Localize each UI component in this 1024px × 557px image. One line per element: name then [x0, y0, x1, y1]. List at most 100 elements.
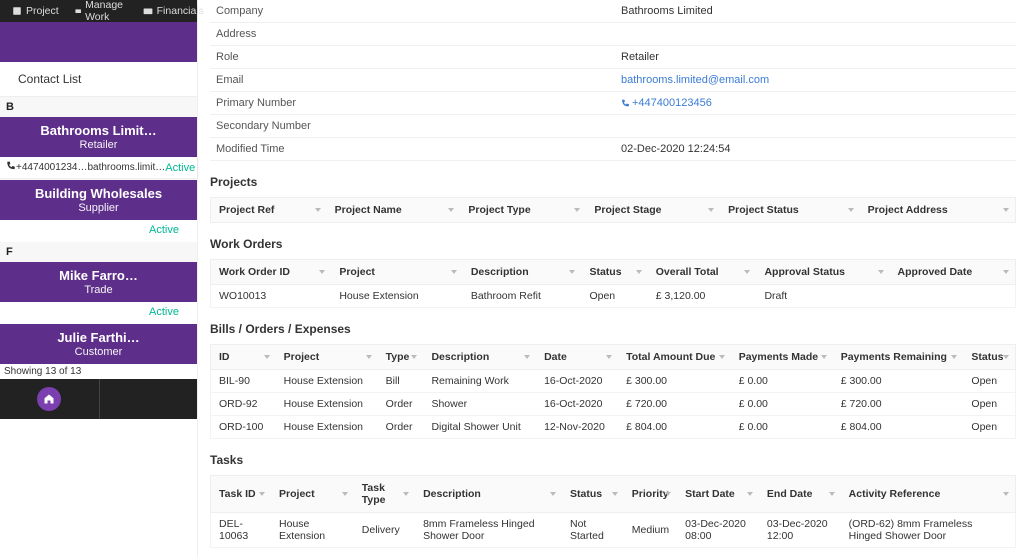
col-project-address[interactable]: Project Address [860, 197, 1016, 223]
sidebar: Project Manage Work Financials Contact L… [0, 0, 198, 557]
cell-type: Delivery [354, 513, 415, 548]
col-task-start[interactable]: Start Date [677, 475, 759, 513]
home-button[interactable] [0, 379, 99, 419]
col-project-status[interactable]: Project Status [720, 197, 859, 223]
contact-role: Retailer [4, 139, 193, 151]
value-secondary-number [615, 115, 1016, 138]
col-task-ref[interactable]: Activity Reference [841, 475, 1016, 513]
contact-card-bathrooms[interactable]: Bathrooms Limit… Retailer [0, 117, 197, 157]
col-project-name[interactable]: Project Name [327, 197, 461, 223]
section-tasks: Tasks [210, 453, 1016, 467]
col-wo-project[interactable]: Project [331, 259, 463, 285]
home-icon [43, 393, 55, 405]
col-project-ref[interactable]: Project Ref [210, 197, 327, 223]
cell-project: House Extension [276, 416, 378, 439]
label-email: Email [210, 69, 615, 92]
cell-status: Open [581, 285, 647, 308]
section-work-orders: Work Orders [210, 237, 1016, 251]
cell-date: 12-Nov-2020 [536, 416, 618, 439]
col-wo-total[interactable]: Overall Total [648, 259, 757, 285]
cell-approved [890, 285, 1016, 308]
contact-role: Customer [4, 346, 193, 358]
cell-type: Bill [378, 370, 424, 393]
contact-card-mike-farro[interactable]: Mike Farro… Trade [0, 262, 197, 302]
col-task-status[interactable]: Status [562, 475, 624, 513]
col-boe-id[interactable]: ID [210, 344, 276, 370]
cell-remain: £ 804.00 [833, 416, 964, 439]
contact-phone: +4474001234… [16, 162, 87, 173]
table-row[interactable]: DEL-10063House ExtensionDelivery8mm Fram… [210, 513, 1016, 548]
projects-table: Project Ref Project Name Project Type Pr… [210, 197, 1016, 223]
col-boe-paid[interactable]: Payments Made [731, 344, 833, 370]
cell-status: Open [963, 393, 1016, 416]
cell-id: ORD-100 [210, 416, 276, 439]
cell-desc: 8mm Frameless Hinged Shower Door [415, 513, 562, 548]
cell-status: Open [963, 370, 1016, 393]
value-company: Bathrooms Limited [615, 0, 1016, 23]
top-nav: Project Manage Work Financials [0, 0, 197, 22]
col-boe-remain[interactable]: Payments Remaining [833, 344, 964, 370]
cell-project: House Extension [271, 513, 354, 548]
cell-status: Not Started [562, 513, 624, 548]
contact-status: Active [165, 162, 195, 174]
cell-ref: (ORD-62) 8mm Frameless Hinged Shower Doo… [841, 513, 1016, 548]
contact-title: Building Wholesales [4, 186, 193, 201]
contact-card-julie-farthi[interactable]: Julie Farthi… Customer [0, 324, 197, 364]
cell-id: DEL-10063 [210, 513, 271, 548]
col-task-priority[interactable]: Priority [624, 475, 677, 513]
value-email[interactable]: bathrooms.limited@email.com [621, 74, 769, 86]
contact-title: Mike Farro… [4, 268, 193, 283]
col-boe-due[interactable]: Total Amount Due [618, 344, 731, 370]
cell-paid: £ 0.00 [731, 393, 833, 416]
label-primary-number: Primary Number [210, 92, 615, 115]
section-boe: Bills / Orders / Expenses [210, 322, 1016, 336]
table-row[interactable]: WO10013House ExtensionBathroom RefitOpen… [210, 285, 1016, 308]
phone-icon [6, 161, 16, 174]
col-task-desc[interactable]: Description [415, 475, 562, 513]
main-content: CompanyBathrooms Limited Address RoleRet… [198, 0, 1024, 557]
table-row[interactable]: ORD-92House ExtensionOrderShower16-Oct-2… [210, 393, 1016, 416]
contact-card-building-wholesales[interactable]: Building Wholesales Supplier [0, 180, 197, 220]
cell-project: House Extension [276, 370, 378, 393]
tasks-table: Task ID Project Task Type Description St… [210, 475, 1016, 548]
label-modified-time: Modified Time [210, 138, 615, 161]
contact-card-detail-row[interactable]: +4474001234… bathrooms.limit… Active [0, 157, 197, 178]
col-boe-status[interactable]: Status [963, 344, 1016, 370]
cell-desc: Shower [423, 393, 536, 416]
col-boe-project[interactable]: Project [276, 344, 378, 370]
cell-desc: Digital Shower Unit [423, 416, 536, 439]
cell-date: 16-Oct-2020 [536, 370, 618, 393]
cell-type: Order [378, 393, 424, 416]
col-boe-type[interactable]: Type [378, 344, 424, 370]
col-wo-desc[interactable]: Description [463, 259, 582, 285]
cell-start: 03-Dec-2020 08:00 [677, 513, 759, 548]
col-task-end[interactable]: End Date [759, 475, 841, 513]
col-boe-desc[interactable]: Description [423, 344, 536, 370]
details-table: CompanyBathrooms Limited Address RoleRet… [210, 0, 1016, 161]
nav-project[interactable]: Project [4, 5, 67, 17]
col-task-project[interactable]: Project [271, 475, 354, 513]
col-task-type[interactable]: Task Type [354, 475, 415, 513]
col-wo-approval[interactable]: Approval Status [756, 259, 889, 285]
table-row[interactable]: ORD-100House ExtensionOrderDigital Showe… [210, 416, 1016, 439]
col-project-stage[interactable]: Project Stage [586, 197, 720, 223]
col-wo-status[interactable]: Status [581, 259, 647, 285]
boe-table: ID Project Type Description Date Total A… [210, 344, 1016, 439]
col-wo-approved[interactable]: Approved Date [890, 259, 1016, 285]
label-company: Company [210, 0, 615, 23]
contact-status-row: Active [0, 220, 197, 240]
value-primary-number[interactable]: +447400123456 [621, 97, 712, 109]
col-project-type[interactable]: Project Type [460, 197, 586, 223]
sidebar-footer [0, 379, 197, 419]
cell-date: 16-Oct-2020 [536, 393, 618, 416]
cell-paid: £ 0.00 [731, 370, 833, 393]
cell-priority: Medium [624, 513, 677, 548]
contact-list-heading[interactable]: Contact List [0, 62, 197, 97]
table-row[interactable]: BIL-90House ExtensionBillRemaining Work1… [210, 370, 1016, 393]
col-boe-date[interactable]: Date [536, 344, 618, 370]
footer-slot [99, 379, 198, 419]
col-wo-id[interactable]: Work Order ID [210, 259, 331, 285]
col-task-id[interactable]: Task ID [210, 475, 271, 513]
nav-manage-work[interactable]: Manage Work [67, 0, 135, 23]
cell-total: £ 3,120.00 [648, 285, 757, 308]
